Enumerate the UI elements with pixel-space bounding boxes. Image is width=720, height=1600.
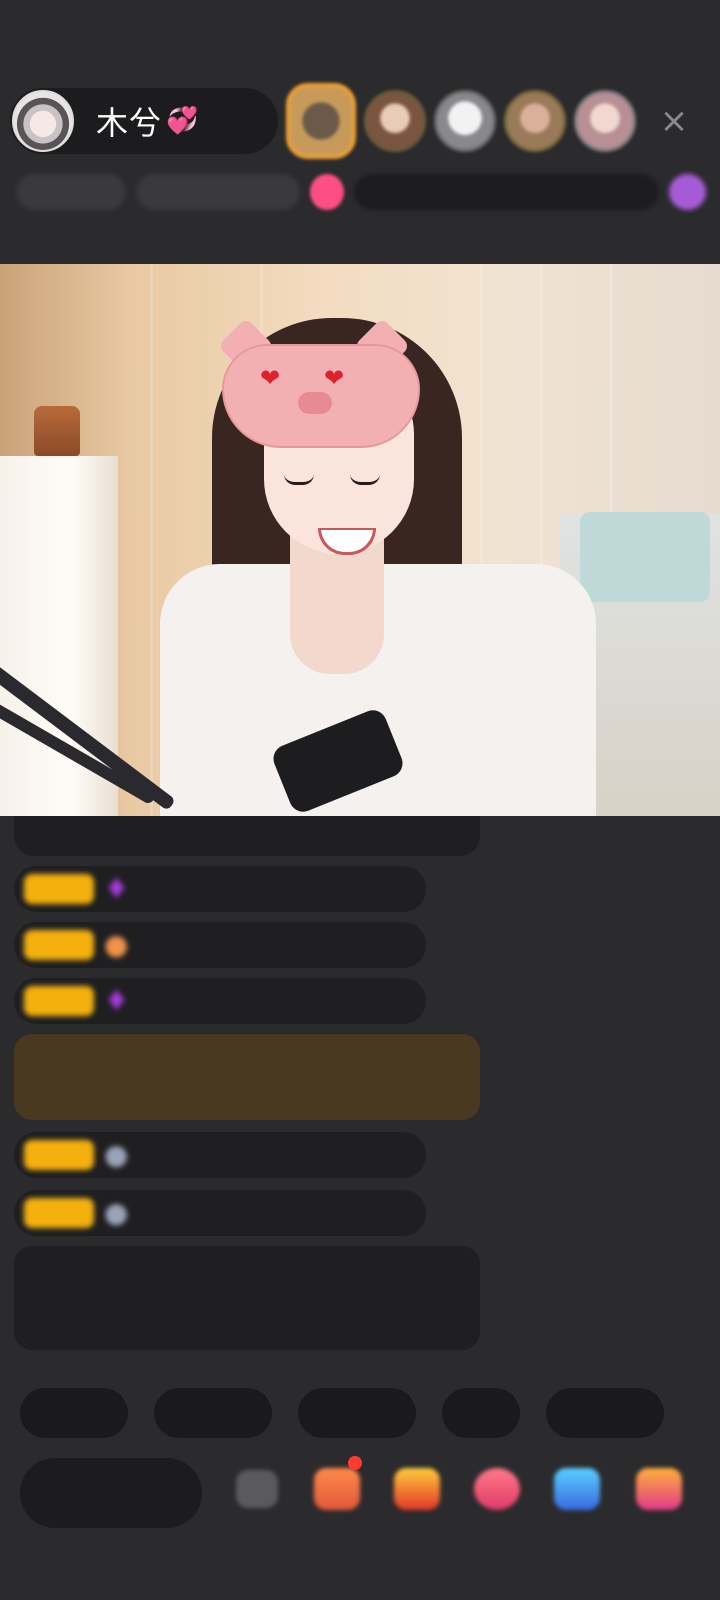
heart-emoji-icon: 💞 (166, 106, 199, 136)
viewer-avatar[interactable] (504, 90, 566, 152)
shelf-items (580, 512, 710, 602)
level-badge (24, 1140, 94, 1170)
chat-message[interactable]: ● (14, 1190, 426, 1236)
level-badge (24, 986, 94, 1016)
live-stream-video[interactable]: ❤ ❤ (0, 264, 720, 816)
quick-reply-row (20, 1388, 664, 1438)
rank-badge[interactable] (16, 174, 127, 210)
chat-message[interactable]: ● (14, 1132, 426, 1178)
close-icon[interactable]: × (654, 101, 694, 141)
viewer-avatar[interactable] (434, 90, 496, 152)
more-icon[interactable] (230, 1462, 284, 1516)
plant-pot (34, 406, 80, 456)
diamond-badge-icon: ♦ (104, 984, 130, 1017)
host-avatar[interactable] (12, 90, 74, 152)
quick-reply-button[interactable] (442, 1388, 520, 1438)
stream-info-row (16, 170, 706, 214)
host-name: 木兮 (96, 104, 163, 142)
chat-message[interactable]: ● (14, 922, 426, 968)
pig-nose (298, 392, 332, 414)
chat-message[interactable] (14, 816, 480, 856)
popularity-badge[interactable] (136, 174, 301, 210)
level-badge (24, 874, 94, 904)
heart-icon[interactable] (470, 1462, 524, 1516)
chat-message[interactable]: ♦ (14, 866, 426, 912)
chat-input[interactable] (20, 1458, 202, 1528)
quick-reply-button[interactable] (546, 1388, 664, 1438)
viewer-avatar[interactable] (286, 83, 356, 159)
event-icon[interactable] (668, 174, 706, 210)
diamond-badge-icon: ♦ (104, 872, 130, 905)
viewer-avatar[interactable] (574, 90, 636, 152)
level-badge (24, 930, 94, 960)
quick-reply-button[interactable] (154, 1388, 272, 1438)
quick-reply-button[interactable] (298, 1388, 416, 1438)
avatar-badge-icon: ● (104, 1138, 129, 1171)
host-info-pill[interactable]: 木兮 💞 (10, 88, 278, 154)
game-icon[interactable] (550, 1462, 604, 1516)
level-badge (24, 1198, 94, 1228)
viewer-avatar[interactable] (364, 90, 426, 152)
highlighted-chat-message[interactable] (14, 1034, 480, 1120)
shield-badge-icon: ● (104, 928, 129, 961)
quick-reply-button[interactable] (20, 1388, 128, 1438)
gift-icon[interactable] (632, 1462, 686, 1516)
activity-icon[interactable] (310, 174, 345, 210)
system-notice (14, 1246, 480, 1350)
treasure-icon[interactable] (390, 1462, 444, 1516)
notification-dot (348, 1456, 362, 1470)
announcement-ticker[interactable] (354, 174, 659, 210)
heart-icon: ❤ (324, 364, 345, 392)
chat-message[interactable]: ♦ (14, 978, 426, 1024)
gift-box-icon[interactable] (310, 1456, 364, 1516)
avatar-badge-icon: ● (104, 1196, 129, 1229)
top-viewers: × (286, 82, 694, 160)
heart-icon: ❤ (260, 364, 281, 392)
